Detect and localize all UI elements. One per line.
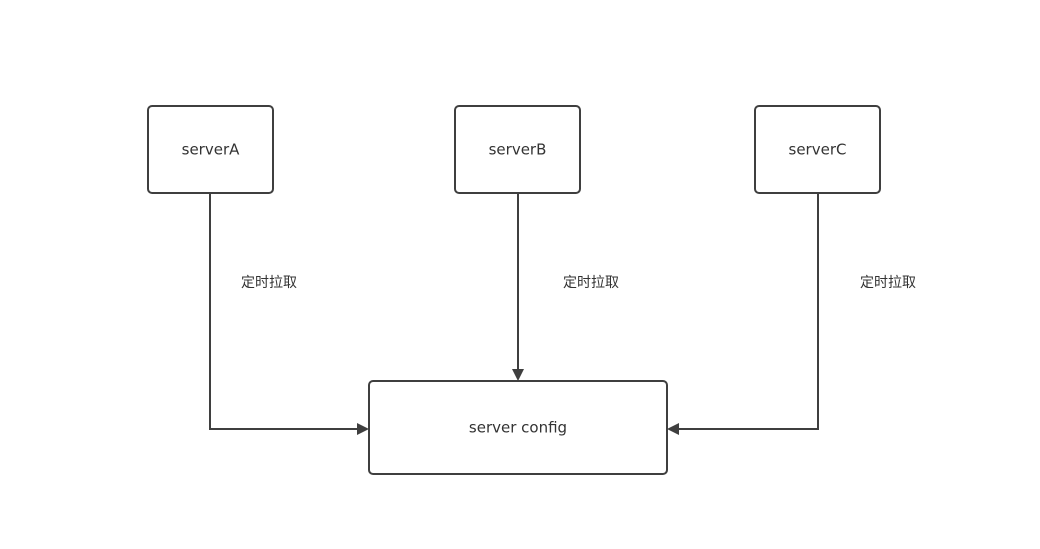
node-server-c: serverC: [754, 105, 881, 194]
connector-line: [667, 194, 819, 435]
edge-label: 定时拉取: [860, 275, 916, 291]
node-server-b: serverB: [454, 105, 581, 194]
edge-server-c-to-config: 定时拉取: [667, 194, 916, 435]
edge-label: 定时拉取: [563, 275, 619, 291]
node-label: serverA: [182, 141, 240, 159]
architecture-diagram: serverA serverB serverC server config 定时…: [147, 105, 916, 475]
connector-line: [209, 194, 369, 435]
edge-server-a-to-config: 定时拉取: [209, 194, 369, 435]
edge-server-b-to-config: 定时拉取: [512, 194, 619, 381]
node-label: serverC: [789, 141, 847, 159]
edge-label: 定时拉取: [241, 275, 297, 291]
node-server-a: serverA: [147, 105, 274, 194]
node-label: server config: [469, 419, 567, 437]
node-label: serverB: [489, 141, 547, 159]
node-server-config: server config: [368, 380, 668, 475]
